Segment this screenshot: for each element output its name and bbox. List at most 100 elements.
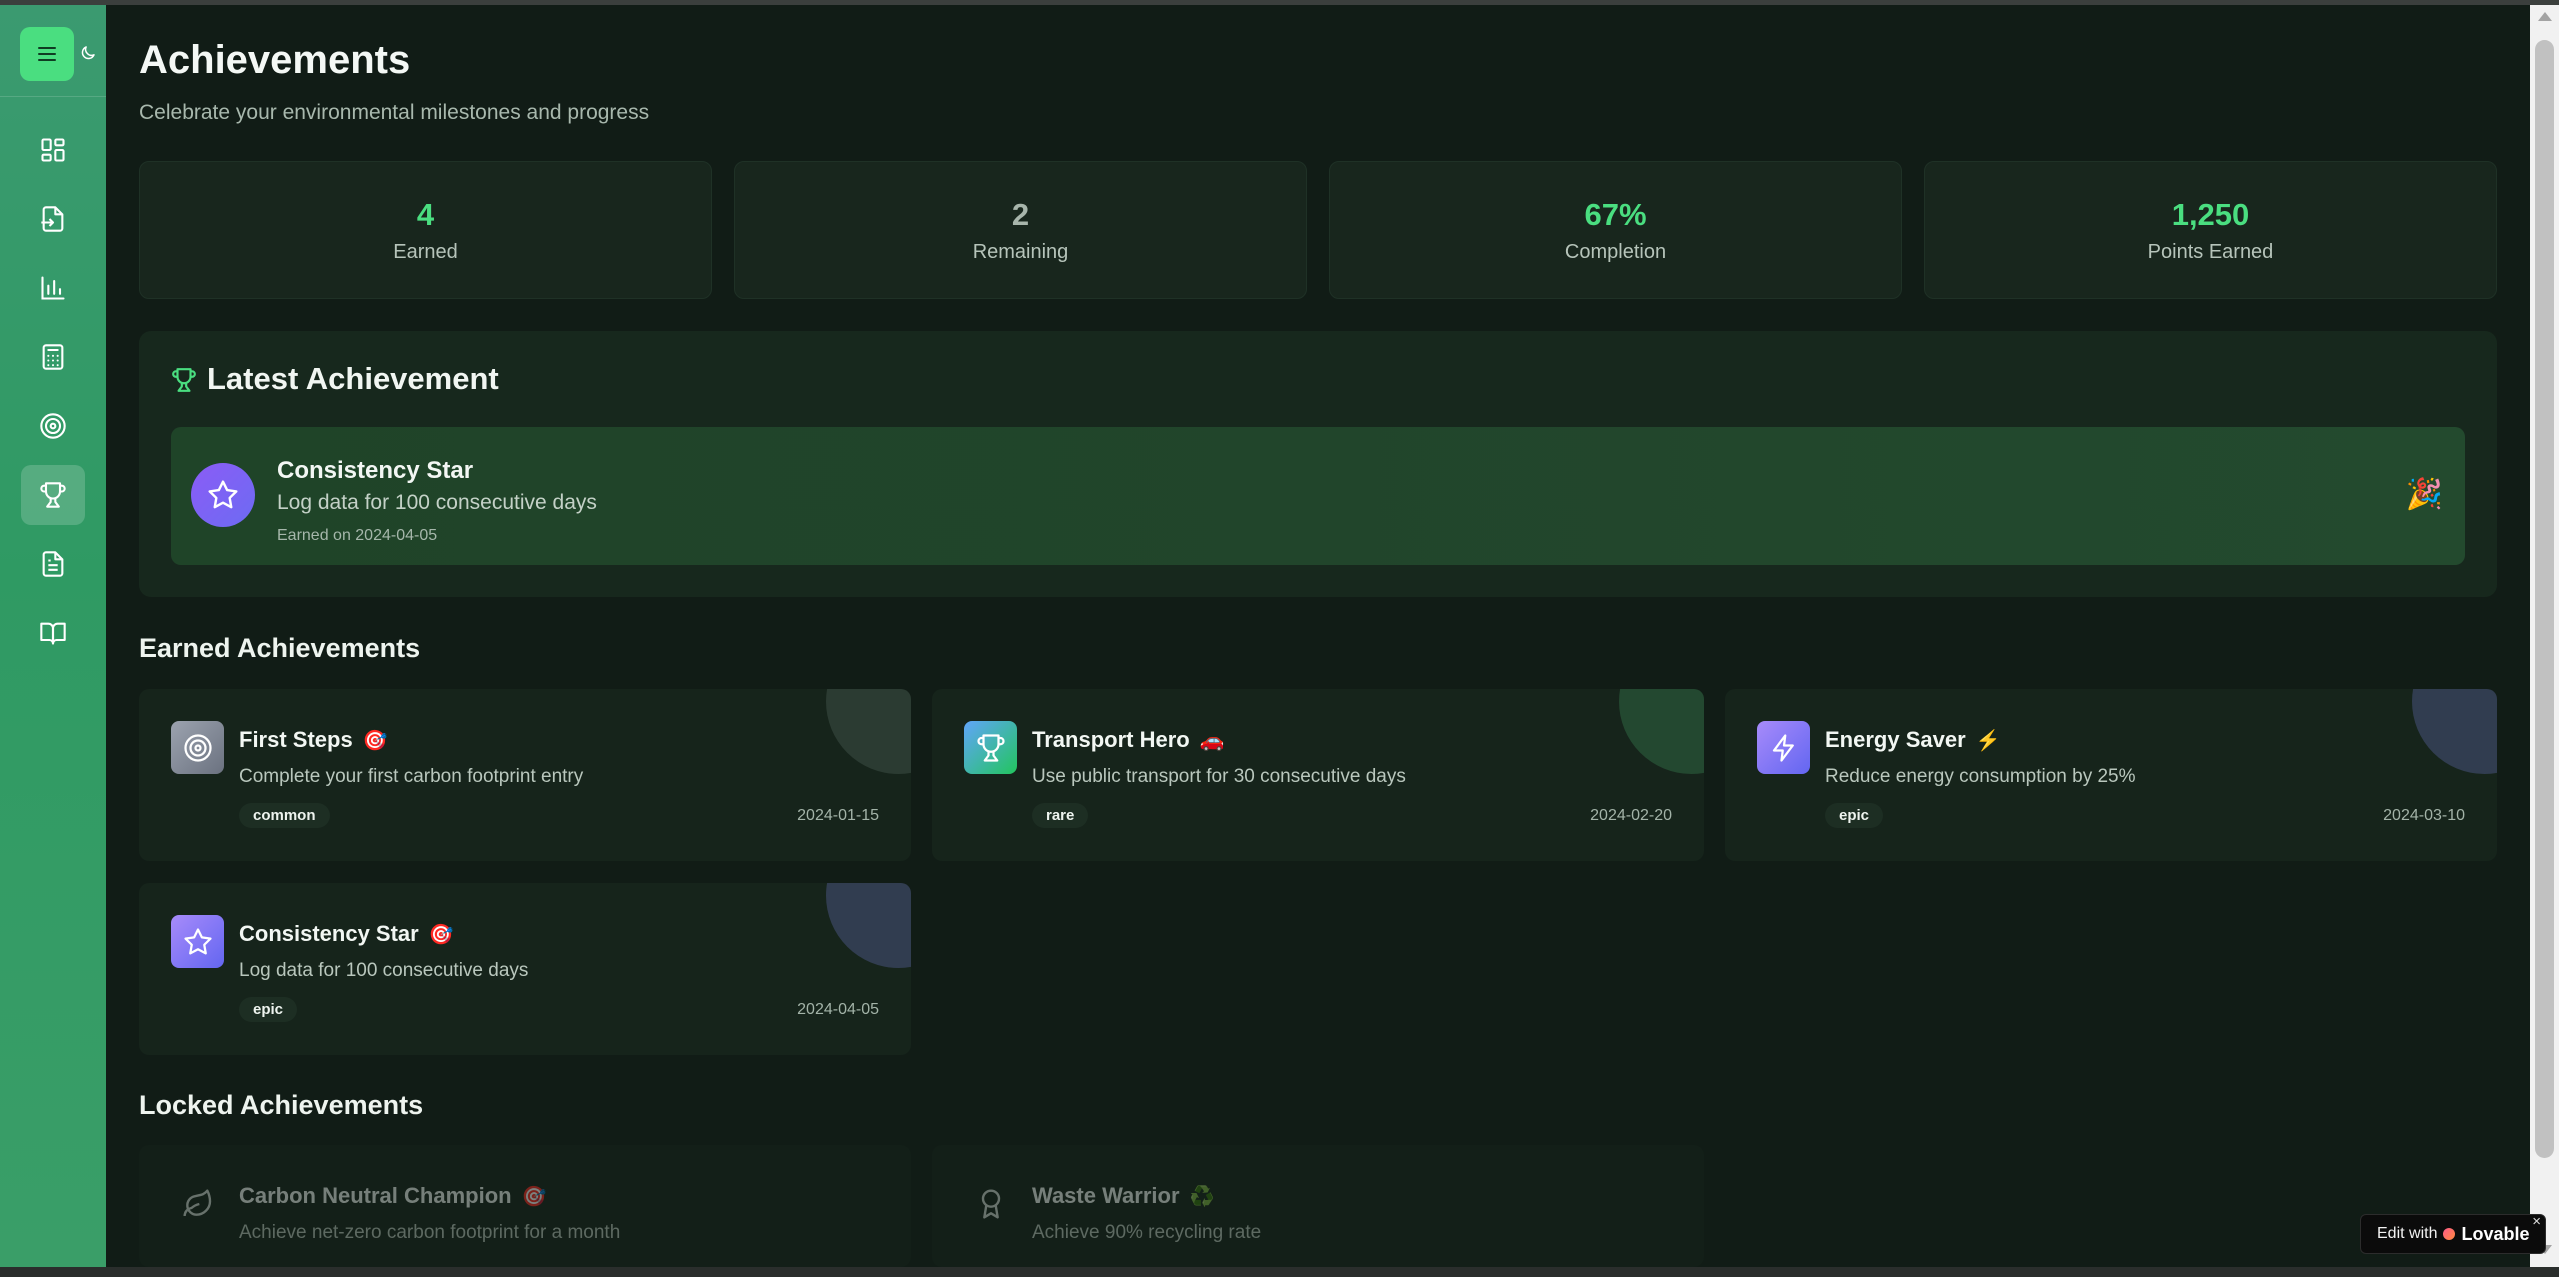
achievement-card[interactable]: Transport Hero 🚗 Use public transport for… — [932, 689, 1704, 861]
stat-card-earned: 4 Earned — [139, 161, 712, 299]
sidebar-item-achievements[interactable] — [21, 465, 85, 525]
sidebar-header — [0, 5, 106, 97]
achievement-title: Transport Hero 🚗 — [1032, 727, 1225, 753]
latest-achievement-heading: Latest Achievement — [207, 361, 499, 396]
data-entry-icon — [41, 206, 64, 232]
achievement-card[interactable]: Consistency Star 🎯 Log data for 100 conse… — [139, 883, 911, 1055]
window-bottom-border — [0, 1267, 2559, 1277]
page-title: Achievements — [139, 38, 411, 82]
achievement-description: Use public transport for 30 consecutive … — [1032, 766, 1406, 787]
rarity-badge: rare — [1032, 803, 1089, 828]
trophy-icon — [964, 721, 1017, 774]
achievement-card[interactable]: Energy Saver ⚡ Reduce energy consumption … — [1725, 689, 2497, 861]
lightning-icon — [1757, 721, 1810, 774]
menu-toggle-button[interactable] — [20, 27, 74, 81]
achievement-name: Consistency Star — [239, 921, 419, 946]
menu-icon — [38, 47, 56, 61]
achievement-date: 2024-03-10 — [2383, 807, 2465, 824]
latest-achievement-card: Latest Achievement Consistency Star Log … — [139, 331, 2497, 597]
achievement-title: Carbon Neutral Champion 🎯 — [239, 1183, 546, 1209]
achievement-description: Achieve net-zero carbon footprint for a … — [239, 1222, 621, 1243]
achievement-emoji: 🎯 — [521, 1186, 547, 1208]
stat-card-completion: 67% Completion — [1329, 161, 1902, 299]
moon-icon — [81, 46, 95, 60]
stat-label: Points Earned — [2147, 241, 2274, 263]
achievement-description: Reduce energy consumption by 25% — [1825, 766, 2136, 787]
achievements-icon — [40, 482, 66, 508]
award-icon — [964, 1177, 1017, 1230]
achievement-title: Waste Warrior ♻️ — [1032, 1183, 1214, 1209]
locked-section-title: Locked Achievements — [139, 1090, 424, 1120]
goals-icon — [40, 413, 66, 439]
sidebar-item-data-entry[interactable] — [21, 189, 85, 249]
card-corner-decoration — [826, 883, 911, 968]
achievement-name: Transport Hero — [1032, 727, 1190, 752]
achievement-date: 2024-01-15 — [797, 807, 879, 824]
achievement-description: Achieve 90% recycling rate — [1032, 1222, 1262, 1243]
locked-achievement-card[interactable]: Waste Warrior ♻️ Achieve 90% recycling ra… — [932, 1145, 1704, 1267]
card-corner-decoration — [826, 689, 911, 774]
stat-card-points: 1,250 Points Earned — [1924, 161, 2497, 299]
achievement-name: Carbon Neutral Champion — [239, 1183, 512, 1208]
sidebar-item-dashboard[interactable] — [21, 120, 85, 180]
achievement-emoji: 🚗 — [1199, 730, 1225, 752]
scroll-up-arrow[interactable] — [2538, 12, 2552, 21]
lovable-brand: Lovable — [2461, 1223, 2530, 1244]
achievement-description: Complete your first carbon footprint ent… — [239, 766, 584, 787]
achievement-date: 2024-02-20 — [1590, 807, 1672, 824]
sidebar-item-learn[interactable] — [21, 603, 85, 663]
theme-toggle-button[interactable] — [78, 43, 98, 63]
latest-achievement-date: Earned on 2024-04-05 — [277, 527, 438, 544]
party-popper-icon: 🎉 — [2405, 478, 2443, 511]
dashboard-icon — [41, 138, 65, 162]
card-corner-decoration — [1619, 689, 1704, 774]
stat-card-remaining: 2 Remaining — [734, 161, 1307, 299]
latest-achievement-item[interactable]: Consistency Star Log data for 100 consec… — [171, 427, 2465, 565]
learn-icon — [40, 622, 66, 645]
page-subtitle: Celebrate your environmental milestones … — [139, 101, 650, 124]
achievement-emoji: 🎯 — [362, 730, 388, 752]
achievement-card[interactable]: First Steps 🎯 Complete your first carbon … — [139, 689, 911, 861]
achievement-name: Energy Saver — [1825, 727, 1966, 752]
achievement-title: Energy Saver ⚡ — [1825, 727, 2001, 753]
sidebar-item-goals[interactable] — [21, 396, 85, 456]
achievement-date: 2024-04-05 — [797, 1001, 879, 1018]
analytics-icon — [41, 276, 65, 300]
achievement-emoji: 🎯 — [428, 924, 454, 946]
achievement-title: First Steps 🎯 — [239, 727, 388, 753]
reports-icon — [42, 551, 64, 577]
card-corner-decoration — [2412, 689, 2497, 774]
edit-with-lovable-badge[interactable]: Edit with Lovable × — [2360, 1213, 2546, 1254]
achievement-name: First Steps — [239, 727, 353, 752]
stat-label: Earned — [393, 241, 458, 263]
sidebar-item-analytics[interactable] — [21, 258, 85, 318]
rarity-badge: epic — [1825, 803, 1884, 828]
latest-achievement-name: Consistency Star — [277, 457, 474, 484]
achievement-emoji: ⚡ — [1975, 730, 2001, 752]
stat-value: 67% — [1584, 197, 1647, 232]
lovable-badge-text: Edit with — [2377, 1225, 2438, 1242]
scrollbar-thumb[interactable] — [2535, 40, 2554, 1158]
rarity-badge: common — [239, 803, 330, 828]
achievement-description: Log data for 100 consecutive days — [239, 960, 529, 981]
calculator-icon — [42, 344, 64, 370]
sidebar-item-reports[interactable] — [21, 534, 85, 594]
sidebar-item-calculator[interactable] — [21, 327, 85, 387]
achievement-title: Consistency Star 🎯 — [239, 921, 454, 947]
stat-label: Remaining — [972, 241, 1069, 263]
close-badge-button[interactable]: × — [2532, 1213, 2541, 1230]
stat-value: 1,250 — [2171, 197, 2250, 232]
rarity-badge: epic — [239, 997, 298, 1022]
stat-value: 2 — [1011, 197, 1030, 232]
leaf-icon — [171, 1177, 224, 1230]
star-icon — [191, 463, 255, 527]
trophy-icon — [172, 368, 196, 392]
stat-label: Completion — [1564, 241, 1667, 263]
target-icon — [171, 721, 224, 774]
lovable-heart-icon — [2443, 1228, 2456, 1240]
stat-value: 4 — [416, 197, 435, 232]
star-icon — [171, 915, 224, 968]
locked-achievement-card[interactable]: Carbon Neutral Champion 🎯 Achieve net-zer… — [139, 1145, 911, 1267]
achievement-emoji: ♻️ — [1189, 1186, 1215, 1208]
sidebar — [0, 5, 106, 1267]
